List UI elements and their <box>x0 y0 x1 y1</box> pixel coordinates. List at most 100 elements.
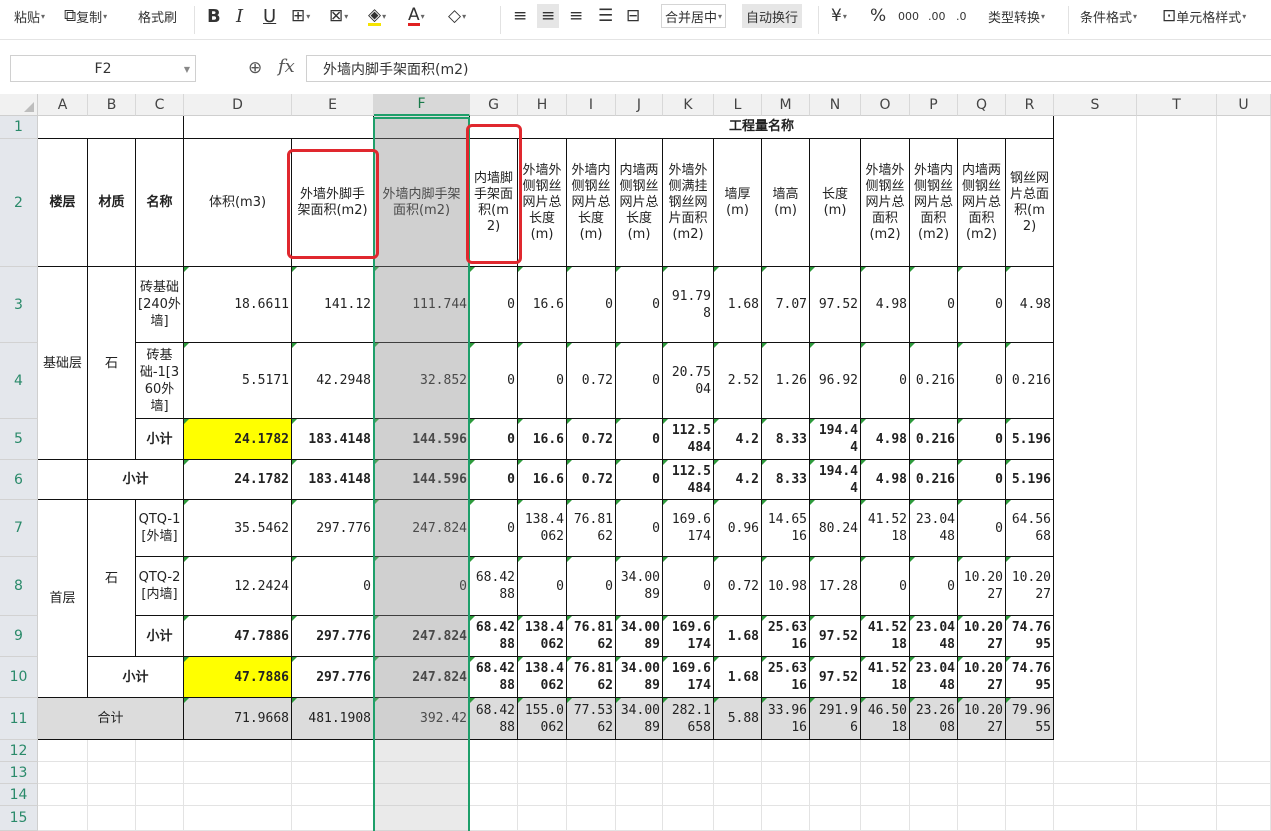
data-cell[interactable]: 297.776 <box>292 616 374 657</box>
data-cell[interactable]: 8.33 <box>762 419 810 460</box>
cell-blank[interactable] <box>38 460 88 500</box>
data-cell[interactable]: 7.07 <box>762 267 810 343</box>
data-cell[interactable]: 34.0089 <box>616 557 663 616</box>
data-cell[interactable]: 138.4062 <box>518 500 567 557</box>
wrap-text-button[interactable]: 自动换行 <box>742 4 803 28</box>
data-cell[interactable]: 97.52 <box>810 267 861 343</box>
fill-color-button[interactable]: ◈ ▾ <box>368 4 386 28</box>
underline-button[interactable]: U <box>263 4 276 28</box>
data-cell[interactable]: 23.2608 <box>910 698 958 740</box>
percent-button[interactable]: % <box>870 4 886 28</box>
data-cell[interactable]: 5.88 <box>714 698 762 740</box>
data-cell[interactable]: 74.7695 <box>1006 616 1054 657</box>
data-cell[interactable]: 10.2027 <box>958 616 1006 657</box>
header-wall-thick[interactable]: 墙厚(m) <box>714 139 762 267</box>
column-header-j[interactable]: J <box>616 94 663 116</box>
fx-icon[interactable]: fx <box>278 56 295 77</box>
table-title[interactable]: 工程量名称 <box>470 116 1054 139</box>
data-cell[interactable]: 282.1658 <box>663 698 714 740</box>
header-ext-outer-mesh-len[interactable]: 外墙外侧钢丝网片总长度(m) <box>518 139 567 267</box>
justify-button[interactable]: ☰ <box>598 4 613 28</box>
floor-first[interactable]: 首层 <box>38 500 88 698</box>
data-cell[interactable]: 1.68 <box>714 616 762 657</box>
data-cell[interactable]: 74.7695 <box>1006 657 1054 698</box>
data-cell[interactable]: 71.9668 <box>184 698 292 740</box>
data-cell[interactable]: 14.6516 <box>762 500 810 557</box>
data-cell[interactable]: 33.9616 <box>762 698 810 740</box>
format-painter-button[interactable]: 格式刷 <box>138 4 177 28</box>
data-cell[interactable]: 0 <box>470 267 518 343</box>
data-cell[interactable]: 0 <box>910 267 958 343</box>
font-color-button[interactable]: A ▾ <box>408 4 425 28</box>
data-cell[interactable]: 35.5462 <box>184 500 292 557</box>
data-cell[interactable]: 96.92 <box>810 343 861 419</box>
data-cell[interactable]: 24.1782 <box>184 460 292 500</box>
header-ext-inner-scaffold[interactable]: 外墙内脚手架面积(m2) <box>374 139 470 267</box>
data-cell[interactable]: 47.7886 <box>184 657 292 698</box>
column-header-a[interactable]: A <box>38 94 88 116</box>
data-cell[interactable]: 297.776 <box>292 657 374 698</box>
data-cell[interactable]: 97.52 <box>810 657 861 698</box>
merge-center-button[interactable]: 合并居中 ▾ <box>661 4 727 28</box>
data-cell[interactable]: 155.0062 <box>518 698 567 740</box>
header-wall-height[interactable]: 墙高(m) <box>762 139 810 267</box>
currency-button[interactable]: ¥ ▾ <box>831 4 847 28</box>
data-cell[interactable]: 169.6174 <box>663 616 714 657</box>
data-cell[interactable]: 17.28 <box>810 557 861 616</box>
data-cell[interactable]: 0 <box>958 460 1006 500</box>
data-cell[interactable]: 0.216 <box>910 419 958 460</box>
data-cell[interactable]: 0 <box>861 557 910 616</box>
data-cell[interactable]: 247.824 <box>374 616 470 657</box>
data-cell[interactable]: 112.5484 <box>663 419 714 460</box>
data-cell[interactable]: 0 <box>616 419 663 460</box>
column-header-k[interactable]: K <box>663 94 714 116</box>
floor-foundation[interactable]: 基础层 <box>38 267 88 460</box>
data-cell[interactable]: 4.98 <box>861 419 910 460</box>
header-ext-outer-mesh-area[interactable]: 外墙外侧钢丝网片总面积(m2) <box>861 139 910 267</box>
data-cell[interactable]: 5.5171 <box>184 343 292 419</box>
data-cell[interactable]: 0 <box>861 343 910 419</box>
data-cell[interactable]: 0.216 <box>910 460 958 500</box>
data-cell[interactable]: 1.68 <box>714 267 762 343</box>
header-ext-inner-mesh-area[interactable]: 外墙内侧钢丝网片总面积(m2) <box>910 139 958 267</box>
data-cell[interactable]: 194.44 <box>810 419 861 460</box>
column-header-s[interactable]: S <box>1054 94 1137 116</box>
header-volume[interactable]: 体积(m3) <box>184 139 292 267</box>
data-cell[interactable]: 481.1908 <box>292 698 374 740</box>
align-center-button[interactable]: ≡ <box>537 4 560 28</box>
data-cell[interactable]: 4.98 <box>861 460 910 500</box>
data-cell[interactable]: 0 <box>567 267 616 343</box>
data-cell[interactable]: 4.98 <box>861 267 910 343</box>
data-cell[interactable]: 79.9655 <box>1006 698 1054 740</box>
column-header-q[interactable]: Q <box>958 94 1006 116</box>
search-icon[interactable]: ⊕ <box>248 58 262 78</box>
data-cell[interactable]: 141.12 <box>292 267 374 343</box>
data-cell[interactable]: 0 <box>518 557 567 616</box>
data-cell[interactable]: 16.6 <box>518 460 567 500</box>
subtotal-label[interactable]: 小计 <box>136 616 184 657</box>
data-cell[interactable]: 47.7886 <box>184 616 292 657</box>
row-header-5[interactable]: 5 <box>0 419 38 460</box>
data-cell[interactable]: 32.852 <box>374 343 470 419</box>
data-cell[interactable]: 297.776 <box>292 500 374 557</box>
data-cell[interactable]: 68.4288 <box>470 557 518 616</box>
data-cell[interactable]: 247.824 <box>374 657 470 698</box>
name-r7[interactable]: QTQ-1[外墙] <box>136 500 184 557</box>
data-cell[interactable]: 25.6316 <box>762 616 810 657</box>
bold-button[interactable]: B <box>207 4 221 28</box>
cell-blank[interactable] <box>38 116 184 139</box>
data-cell[interactable]: 0 <box>616 343 663 419</box>
data-cell[interactable]: 144.596 <box>374 460 470 500</box>
data-cell[interactable]: 0 <box>518 343 567 419</box>
data-cell[interactable]: 5.196 <box>1006 419 1054 460</box>
paste-button[interactable]: 粘贴 ▾ <box>14 4 45 28</box>
data-cell[interactable]: 23.0448 <box>910 657 958 698</box>
data-cell[interactable]: 0 <box>910 557 958 616</box>
header-length[interactable]: 长度(m) <box>810 139 861 267</box>
data-cell[interactable]: 68.4288 <box>470 657 518 698</box>
decrease-decimal-button[interactable]: .0 <box>956 4 967 28</box>
column-header-h[interactable]: H <box>518 94 567 116</box>
data-cell[interactable]: 0 <box>470 500 518 557</box>
data-cell[interactable]: 0 <box>958 343 1006 419</box>
border-button[interactable]: ⊞ ▾ <box>291 4 310 28</box>
